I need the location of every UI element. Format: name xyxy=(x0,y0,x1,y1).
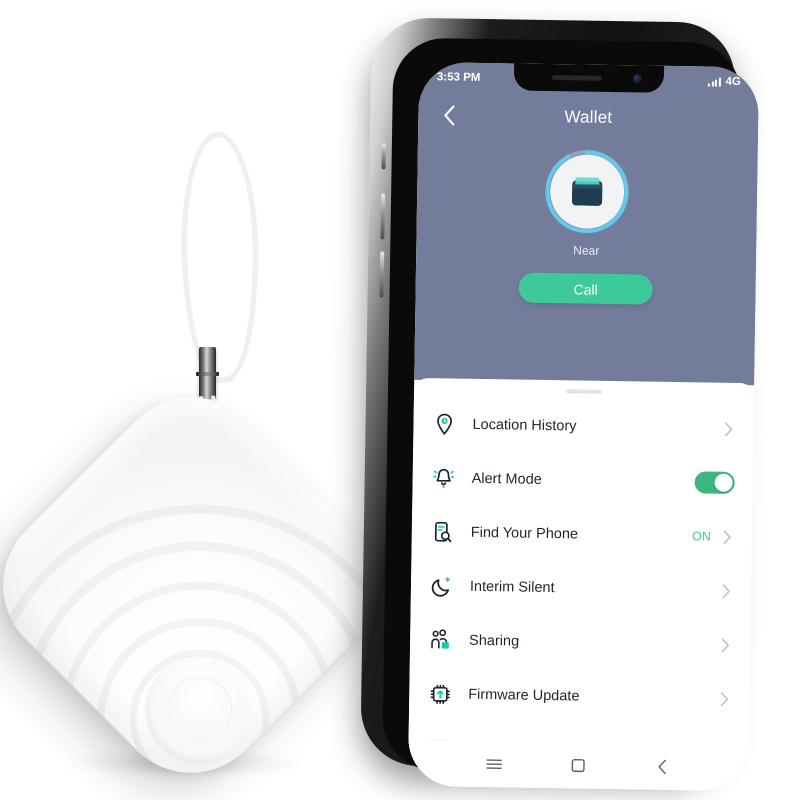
earpiece-speaker-icon xyxy=(551,75,603,81)
chevron-left-icon xyxy=(658,759,666,775)
phone-bezel: 3:53 PM 4G Wallet Near Call Location His… xyxy=(382,37,760,792)
chip-update-icon xyxy=(427,681,453,707)
app-header: 3:53 PM 4G Wallet Near Call xyxy=(414,61,760,386)
settings-row-label: Alert Mode xyxy=(471,470,542,488)
volume-down-button[interactable] xyxy=(379,251,385,298)
chevron-right-icon xyxy=(722,529,731,544)
settings-sheet: Location History Alert Mode Find Your Ph… xyxy=(407,377,755,792)
wallet-icon xyxy=(572,177,603,206)
settings-row-firmware-update[interactable]: Firmware Update xyxy=(409,667,750,726)
call-button[interactable]: Call xyxy=(518,272,653,305)
recents-button[interactable] xyxy=(481,751,507,777)
moon-icon xyxy=(429,573,455,599)
status-time: 3:53 PM xyxy=(436,71,481,84)
sheet-drag-handle[interactable] xyxy=(566,389,603,394)
smart-tracker-product xyxy=(0,110,411,800)
chevron-right-icon xyxy=(721,583,730,598)
location-pin-icon xyxy=(437,413,453,435)
location-pin-icon xyxy=(431,411,457,437)
find-phone-icon xyxy=(430,519,456,545)
status-right-group: 4G xyxy=(708,75,741,88)
nav-bar: Wallet xyxy=(418,98,758,137)
chevron-right-icon xyxy=(720,691,728,706)
chip-update-icon xyxy=(430,684,450,704)
settings-row-label: Interim Silent xyxy=(469,578,555,597)
chevron-right-icon[interactable] xyxy=(718,637,732,652)
smartphone: 3:53 PM 4G Wallet Near Call Location His… xyxy=(346,5,760,792)
silent-switch[interactable] xyxy=(381,143,386,170)
product-scene: 3:53 PM 4G Wallet Near Call Location His… xyxy=(0,0,800,800)
settings-row-label: Firmware Update xyxy=(468,686,580,705)
front-camera-icon xyxy=(632,74,643,84)
network-label: 4G xyxy=(725,75,742,88)
lanyard-loop xyxy=(179,131,261,383)
chevron-right-icon[interactable] xyxy=(717,691,731,706)
chevron-right-icon[interactable] xyxy=(719,583,733,598)
phone-screen: 3:53 PM 4G Wallet Near Call Location His… xyxy=(407,61,760,792)
nav-back-button[interactable] xyxy=(649,754,675,780)
settings-list: Location History Alert Mode Find Your Ph… xyxy=(408,397,754,780)
chevron-right-icon[interactable] xyxy=(721,421,735,436)
lanyard-clasp xyxy=(196,347,219,399)
phone-frame: 3:53 PM 4G Wallet Near Call Location His… xyxy=(360,17,760,792)
chevron-left-icon xyxy=(443,105,455,126)
device-hero: Near Call xyxy=(415,146,757,306)
page-title: Wallet xyxy=(564,107,613,127)
moon-icon xyxy=(431,577,451,597)
settings-row-label: Location History xyxy=(472,416,577,435)
device-status-ring xyxy=(544,148,631,235)
square-icon xyxy=(571,758,585,773)
volume-up-button[interactable] xyxy=(380,193,386,240)
menu-icon xyxy=(486,759,502,770)
settings-row-value: ON xyxy=(691,529,711,544)
android-nav-bar xyxy=(407,739,749,792)
bell-icon xyxy=(430,465,456,491)
chevron-right-icon xyxy=(721,637,729,652)
bell-icon xyxy=(433,468,455,489)
settings-row-sharing[interactable]: Sharing xyxy=(410,613,751,672)
find-phone-icon xyxy=(434,521,452,543)
settings-row-location-history[interactable]: Location History xyxy=(413,397,754,456)
home-button[interactable] xyxy=(565,752,591,778)
back-button[interactable] xyxy=(434,101,462,129)
settings-row-label: Sharing xyxy=(468,632,520,650)
phone-notch xyxy=(513,63,665,93)
chevron-right-icon[interactable] xyxy=(720,529,734,544)
settings-row-interim-silent[interactable]: Interim Silent xyxy=(411,559,752,618)
chevron-right-icon xyxy=(724,421,732,436)
settings-row-find-your-phone[interactable]: Find Your Phone ON xyxy=(411,505,752,564)
people-icon xyxy=(431,629,449,649)
signal-bars-icon xyxy=(708,77,721,87)
settings-row-label: Find Your Phone xyxy=(470,524,579,543)
people-icon xyxy=(428,627,454,653)
alert-mode-toggle[interactable] xyxy=(694,471,735,494)
device-status-label: Near xyxy=(573,243,600,258)
settings-row-alert-mode[interactable]: Alert Mode xyxy=(412,451,753,510)
